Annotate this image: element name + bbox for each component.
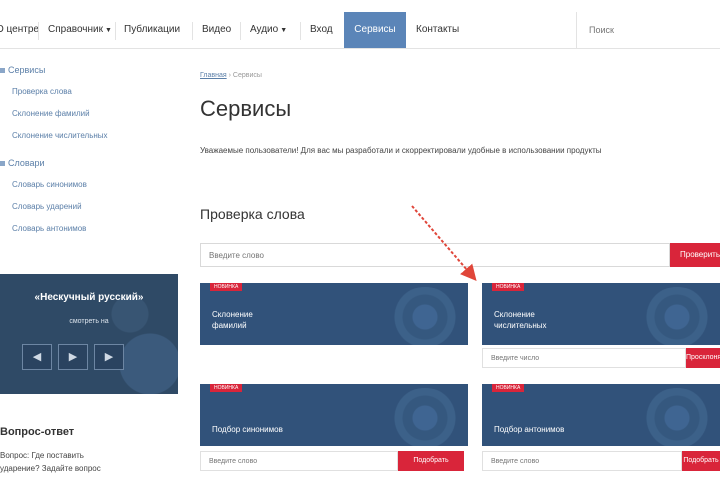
sidebar-link-antonyms[interactable]: Словарь антонимов (12, 224, 86, 233)
sidebar-heading-dictionaries[interactable]: Словари (0, 158, 45, 168)
sidebar: Сервисы Проверка слова Склонение фамилий… (0, 48, 180, 480)
find-antonyms-button[interactable]: Подобрать (682, 451, 720, 471)
antonym-input[interactable] (482, 451, 682, 471)
service-card-antonyms[interactable]: НОВИНКА Подбор антонимов (482, 384, 720, 446)
nav-item-video[interactable]: Видео (202, 12, 231, 48)
sidebar-link-stress[interactable]: Словарь ударений (12, 202, 82, 211)
qa-block-text-line[interactable]: Вопрос: Где поставить (0, 451, 84, 460)
chevron-down-icon: ▼ (280, 27, 288, 34)
qa-block-text-line[interactable]: ударение? Задайте вопрос (0, 464, 101, 473)
decline-button[interactable]: Просклонять (686, 348, 720, 368)
sidebar-link-word-check[interactable]: Проверка слова (12, 87, 72, 96)
new-badge: НОВИНКА (210, 384, 243, 392)
breadcrumb-home-link[interactable]: Главная (200, 72, 227, 79)
card-title: Склонение фамилий (212, 310, 253, 330)
breadcrumb: Главная › Сервисы (200, 72, 262, 79)
nav-divider (300, 22, 301, 40)
nav-divider (192, 22, 193, 40)
intro-text: Уважаемые пользователи! Для вас мы разра… (200, 146, 602, 155)
check-button[interactable]: Проверить (670, 243, 720, 267)
square-bullet-icon (0, 68, 5, 74)
nav-item-publications[interactable]: Публикации (124, 12, 180, 48)
card-title: Подбор синонимов (212, 425, 283, 434)
new-badge: НОВИНКА (492, 384, 525, 392)
prev-icon[interactable]: ◀ (22, 344, 52, 370)
breadcrumb-current: Сервисы (232, 72, 262, 79)
top-navigation: О центре Справочник ▼ Публикации Видео Ау… (0, 0, 720, 49)
chevron-down-icon: ▼ (105, 27, 112, 34)
service-card-numerals[interactable]: НОВИНКА Склонение числительных (482, 283, 720, 345)
word-check-input[interactable] (200, 243, 670, 267)
square-bullet-icon (0, 161, 5, 167)
search-input[interactable] (576, 12, 720, 48)
promo-banner[interactable]: «Нескучный русский» смотреть на ◀ ▶ ▶ (0, 274, 178, 394)
nav-item-reference[interactable]: Справочник ▼ (48, 12, 112, 48)
promo-title: «Нескучный русский» (34, 292, 144, 303)
sidebar-heading-services[interactable]: Сервисы (0, 65, 45, 75)
nav-item-services[interactable]: Сервисы (344, 12, 406, 48)
nav-divider (115, 22, 116, 40)
play-icon[interactable]: ▶ (58, 344, 88, 370)
new-badge: НОВИНКА (492, 283, 525, 291)
numeral-input[interactable] (482, 348, 686, 368)
nav-item-contacts[interactable]: Контакты (416, 12, 459, 48)
new-badge: НОВИНКА (210, 283, 243, 291)
section-title: Проверка слова (200, 206, 305, 222)
ornament-decoration (642, 388, 712, 446)
card-title: Склонение числительных (494, 310, 547, 330)
sidebar-link-synonyms[interactable]: Словарь синонимов (12, 180, 87, 189)
nav-item-audio[interactable]: Аудио ▼ (250, 12, 287, 48)
nav-divider (38, 22, 39, 40)
page-title: Сервисы (200, 96, 292, 121)
nav-item-about[interactable]: О центре (0, 12, 39, 48)
ornament-decoration (390, 388, 460, 446)
sidebar-link-surname-declension[interactable]: Склонение фамилий (12, 109, 90, 118)
ornament-decoration (642, 287, 712, 345)
card-title: Подбор антонимов (494, 425, 565, 434)
service-card-synonyms[interactable]: НОВИНКА Подбор синонимов (200, 384, 468, 446)
find-synonyms-button[interactable]: Подобрать (398, 451, 464, 471)
breadcrumb-separator: › (228, 72, 231, 79)
service-card-surnames[interactable]: НОВИНКА Склонение фамилий (200, 283, 468, 345)
next-icon[interactable]: ▶ (94, 344, 124, 370)
ornament-decoration (390, 287, 460, 345)
nav-item-login[interactable]: Вход (310, 12, 333, 48)
synonym-input[interactable] (200, 451, 398, 471)
qa-block-title: Вопрос-ответ (0, 426, 75, 438)
sidebar-link-numeral-declension[interactable]: Склонение числительных (12, 131, 108, 140)
promo-subtitle: смотреть на (69, 318, 109, 325)
nav-divider (240, 22, 241, 40)
